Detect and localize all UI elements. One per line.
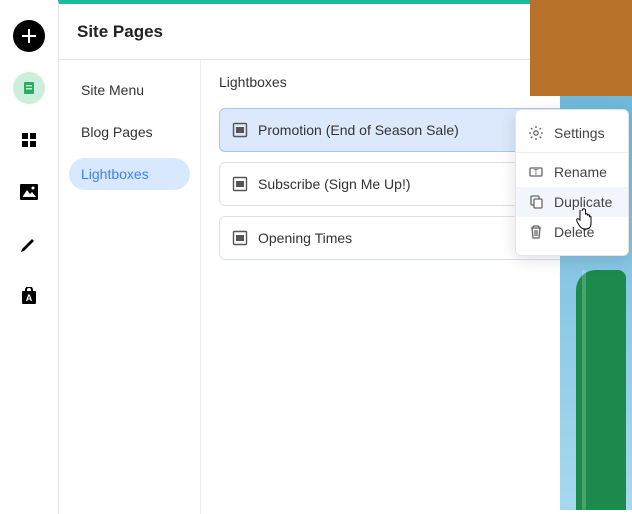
svg-text:T: T — [534, 168, 539, 177]
lightbox-icon — [232, 176, 248, 192]
section-title: Lightboxes — [219, 74, 287, 90]
svg-text:A: A — [26, 293, 33, 303]
tab-site-menu[interactable]: Site Menu — [69, 74, 190, 106]
rename-icon: T — [528, 164, 544, 180]
menu-item-label: Duplicate — [554, 194, 612, 210]
menu-item-duplicate[interactable]: Duplicate — [516, 187, 628, 217]
lightbox-item-label: Opening Times — [258, 230, 352, 246]
left-toolbar: A — [0, 0, 58, 514]
lightbox-item-label: Promotion (End of Season Sale) — [258, 122, 459, 138]
lightbox-icon — [232, 230, 248, 246]
lightbox-icon — [232, 122, 248, 138]
menu-item-label: Settings — [554, 125, 605, 141]
menu-item-label: Delete — [554, 224, 594, 240]
menu-item-label: Rename — [554, 164, 607, 180]
canvas-preview — [530, 0, 632, 514]
context-menu: Settings T Rename Duplicate Delete — [515, 109, 629, 256]
menu-item-settings[interactable]: Settings — [516, 118, 628, 148]
trash-icon — [528, 224, 544, 240]
media-icon[interactable] — [13, 176, 45, 208]
duplicate-icon — [528, 194, 544, 210]
panel-tabs: Site Menu Blog Pages Lightboxes — [59, 60, 201, 514]
gear-icon — [528, 125, 544, 141]
tab-blog-pages[interactable]: Blog Pages — [69, 116, 190, 148]
apps-icon[interactable] — [13, 124, 45, 156]
panel-title: Site Pages — [77, 22, 163, 42]
lightbox-item-label: Subscribe (Sign Me Up!) — [258, 176, 411, 192]
tab-lightboxes[interactable]: Lightboxes — [69, 158, 190, 190]
menu-item-rename[interactable]: T Rename — [516, 157, 628, 187]
add-icon[interactable] — [13, 20, 45, 52]
pages-icon[interactable] — [13, 72, 45, 104]
design-icon[interactable] — [13, 228, 45, 260]
menu-item-delete[interactable]: Delete — [516, 217, 628, 247]
app-market-icon[interactable]: A — [13, 280, 45, 312]
